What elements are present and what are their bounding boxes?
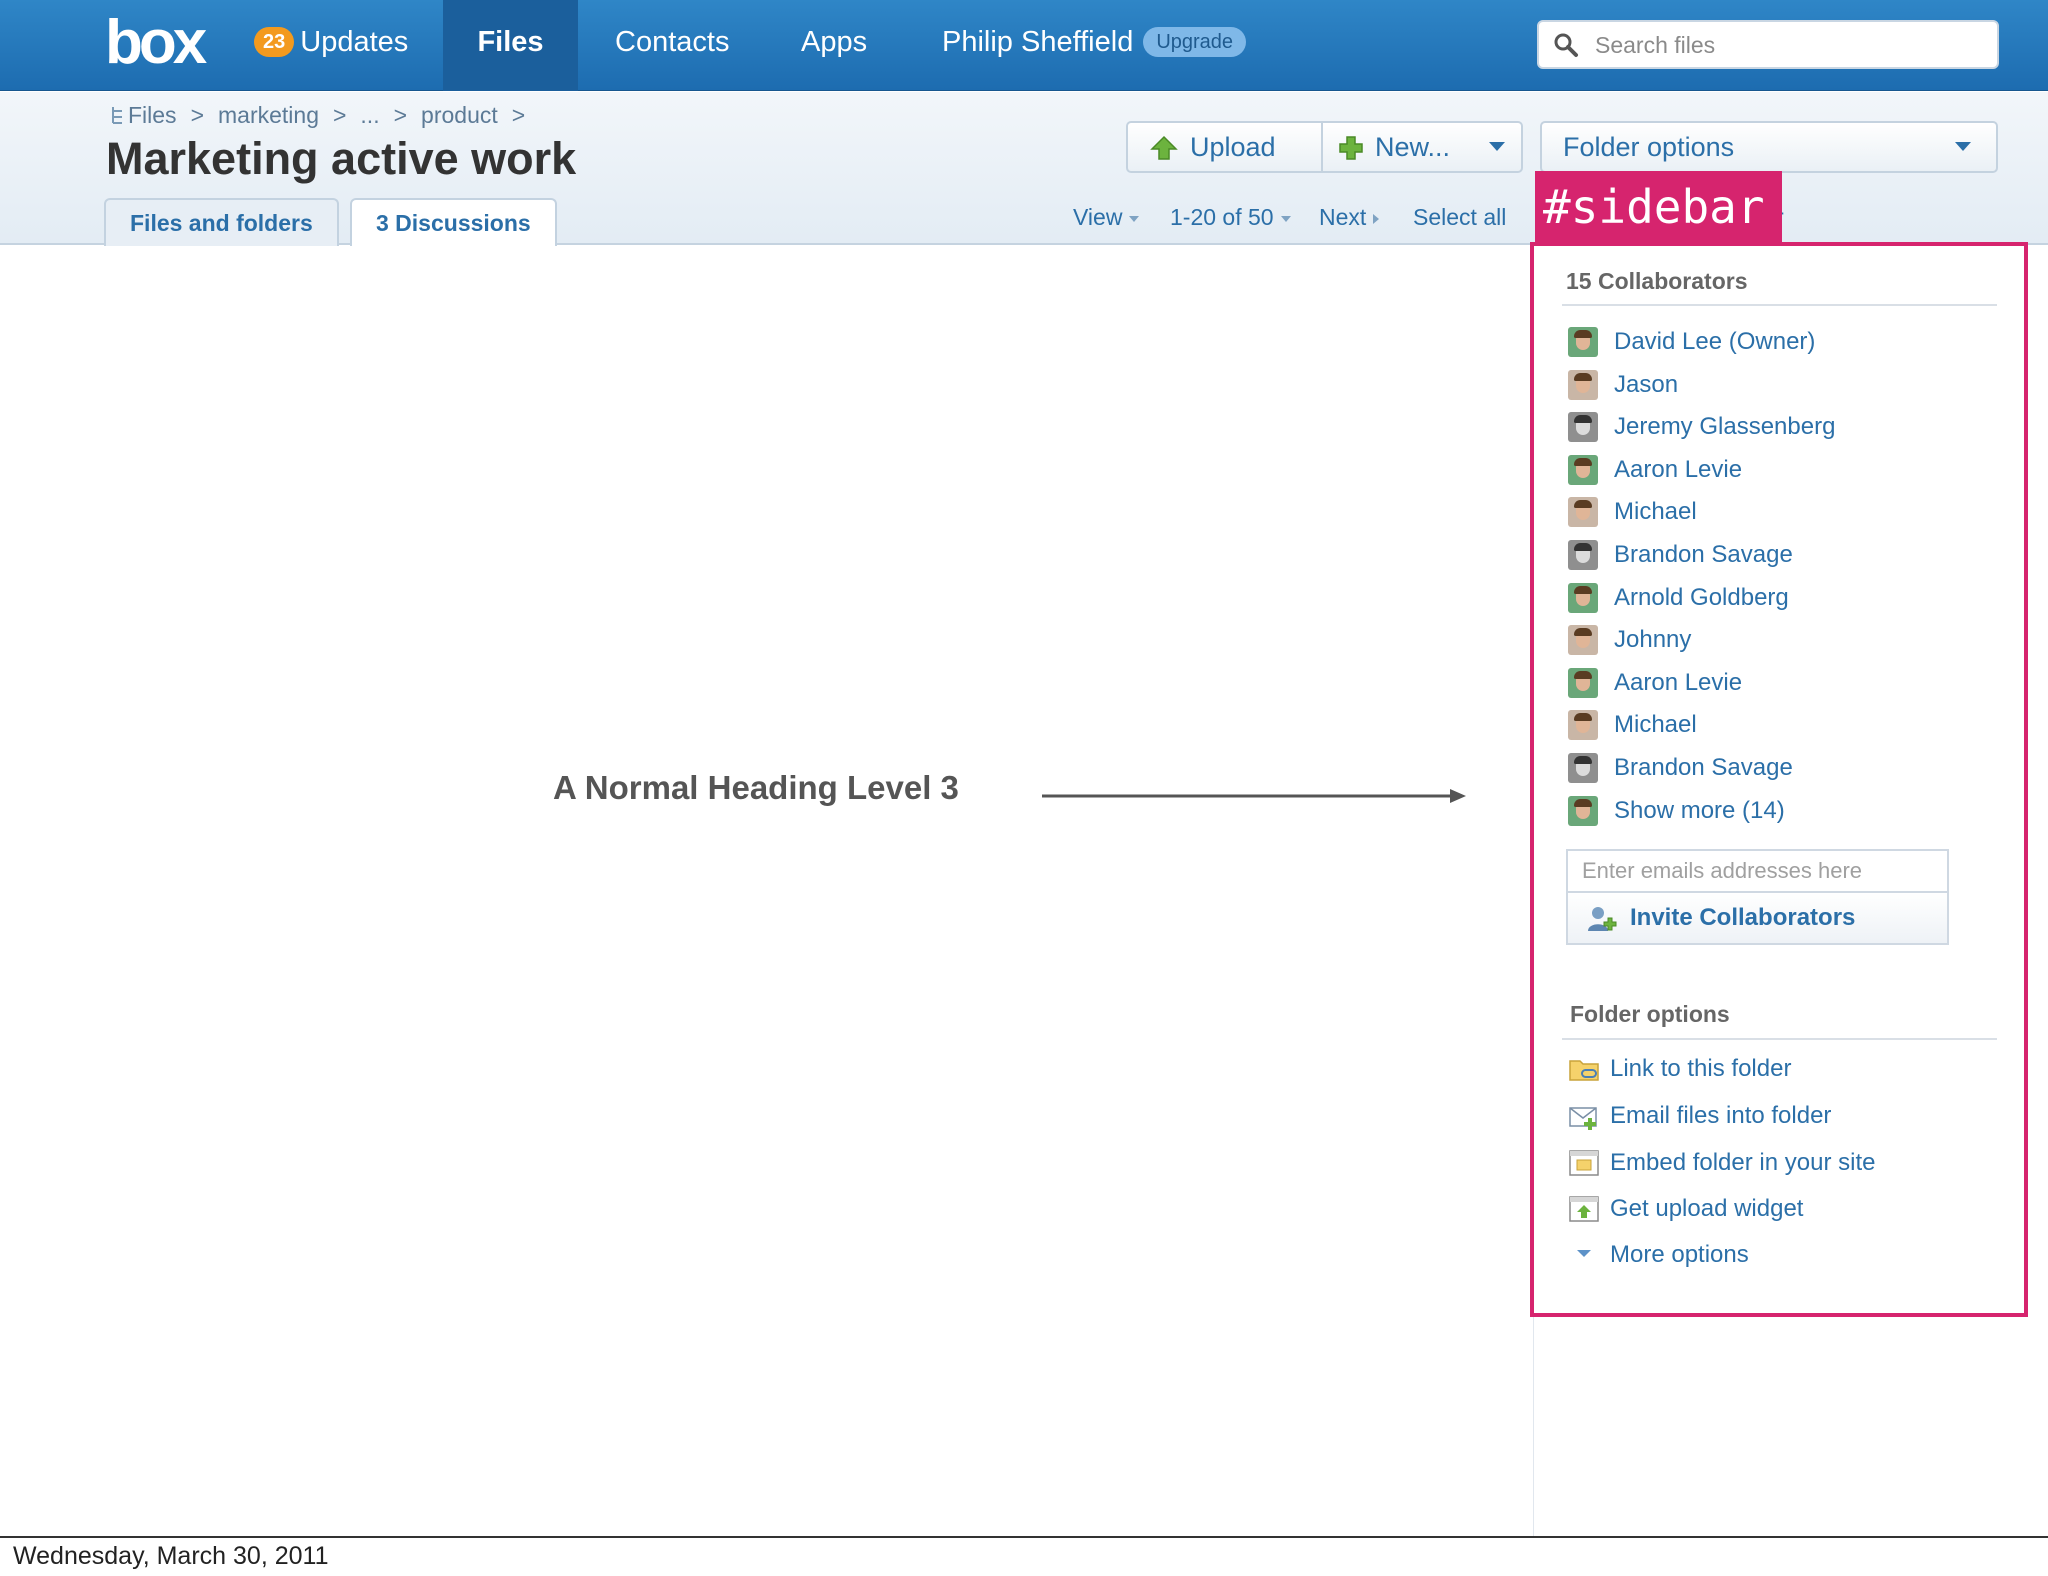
breadcrumb-separator: > [332, 102, 347, 128]
folder-options-dropdown[interactable]: Folder options [1540, 121, 1998, 173]
view-label: View [1073, 204, 1123, 230]
upload-arrow-icon [1150, 135, 1178, 160]
breadcrumb-separator: > [190, 102, 204, 128]
next-label: Next [1319, 204, 1367, 230]
nav-apps-label: Apps [801, 26, 868, 58]
sidebar-annotation-frame [1530, 242, 2028, 1317]
breadcrumb-product[interactable]: product [421, 102, 498, 128]
main-content-area [0, 246, 1533, 1536]
select-all-link[interactable]: Select all [1413, 204, 1506, 231]
new-dropdown-button[interactable]: New... [1323, 123, 1521, 171]
annotation-arrow [1042, 789, 1466, 803]
box-logo[interactable]: box [105, 10, 207, 76]
chevron-down-icon [1489, 142, 1505, 151]
tab-label: Files and folders [130, 210, 313, 236]
nav-files-label: Files [477, 26, 544, 58]
select-all-label: Select all [1413, 204, 1507, 230]
breadcrumb-separator: > [393, 102, 408, 128]
nav-contacts-label: Contacts [615, 26, 730, 58]
page-title: Marketing active work [106, 133, 577, 184]
tab-label: 3 Discussions [376, 210, 531, 236]
user-name: Philip Sheffield [942, 26, 1134, 58]
nav-apps[interactable]: Apps [801, 0, 867, 91]
breadcrumb-separator: > [511, 102, 526, 128]
updates-count-badge: 23 [254, 27, 295, 57]
breadcrumb-ellipsis[interactable]: ... [360, 102, 379, 128]
breadcrumb: Files > marketing >... > product > [110, 102, 539, 129]
top-navigation-bar: box 23 Updates Files Contacts Apps Philip… [0, 0, 2048, 91]
pagination-range-menu[interactable]: 1-20 of 50 [1170, 204, 1291, 231]
upload-button[interactable]: Upload [1128, 123, 1323, 171]
search-icon [1554, 33, 1578, 57]
plus-icon [1339, 136, 1363, 160]
tab-discussions[interactable]: 3 Discussions [350, 198, 557, 248]
breadcrumb-marketing[interactable]: marketing [218, 102, 319, 128]
new-label: New... [1375, 132, 1451, 162]
search-box[interactable] [1537, 20, 1999, 69]
slide-bottom-rule [0, 1536, 2048, 1538]
nav-contacts[interactable]: Contacts [615, 0, 729, 91]
chevron-right-icon [1373, 214, 1380, 224]
nav-updates[interactable]: 23 Updates [246, 0, 416, 91]
chevron-down-icon [1129, 216, 1140, 222]
next-page-link[interactable]: Next [1319, 204, 1380, 231]
upload-label: Upload [1190, 132, 1276, 162]
tab-files-and-folders[interactable]: Files and folders [104, 198, 339, 246]
upload-new-button-group: Upload New... [1126, 121, 1523, 173]
range-label: 1-20 of 50 [1170, 204, 1274, 230]
folder-tree-icon [112, 107, 122, 124]
annotation-heading-label: A Normal Heading Level 3 [553, 769, 959, 806]
chevron-down-icon [1955, 142, 1971, 151]
folder-options-label: Folder options [1563, 132, 1735, 162]
nav-updates-label: Updates [300, 26, 409, 58]
slide-date: Wednesday, March 30, 2011 [13, 1542, 329, 1570]
nav-user-account[interactable]: Philip Sheffield Upgrade [942, 0, 1247, 91]
chevron-down-icon [1280, 216, 1291, 222]
breadcrumb-files[interactable]: Files [128, 102, 177, 128]
search-input[interactable] [1595, 30, 1975, 60]
upgrade-badge[interactable]: Upgrade [1143, 27, 1247, 57]
nav-files[interactable]: Files [443, 0, 578, 91]
view-menu[interactable]: View [1073, 204, 1140, 231]
sidebar-annotation-tag: #sidebar [1535, 171, 1782, 244]
